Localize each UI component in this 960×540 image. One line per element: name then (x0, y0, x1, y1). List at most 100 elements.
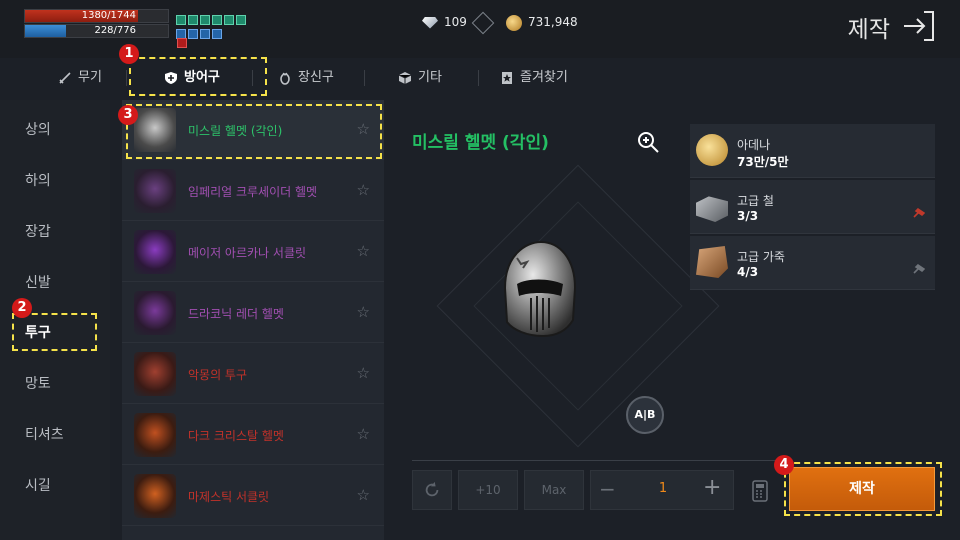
refresh-icon (425, 481, 439, 497)
tab-divider (126, 70, 127, 86)
category-bottom[interactable]: 하의 (25, 170, 51, 190)
item-name: 다크 크리스탈 헬멧 (188, 429, 284, 443)
max-button[interactable]: Max (524, 470, 584, 510)
hp-text: 1380/1744 (81, 10, 136, 21)
tab-label: 장신구 (298, 70, 334, 85)
item-name: 마제스틱 서클릿 (188, 490, 270, 504)
tab-accessory[interactable]: 장신구 (278, 66, 334, 90)
highlight-armor-tab (129, 57, 267, 96)
adena-amount: 731,948 (528, 15, 578, 29)
category-gloves[interactable]: 장갑 (25, 221, 51, 241)
item-list[interactable]: 미스릴 헬멧 (각인) ☆ 임페리얼 크루세이더 헬멧 ☆ 메이저 아르카나 서… (122, 100, 384, 540)
hp-bar: 1380/1744 (24, 9, 169, 23)
iron-ingot-icon (696, 196, 728, 222)
mp-text: 228/776 (94, 25, 136, 36)
step-badge: 1 (119, 44, 139, 64)
material-row[interactable]: 고급 철 3/3 (690, 180, 935, 234)
bookmark-star-icon (502, 72, 512, 84)
tab-divider (364, 70, 365, 86)
tab-other[interactable]: 기타 (398, 66, 442, 90)
buff-icons-row2[interactable] (176, 24, 256, 43)
ring-icon (280, 72, 290, 85)
favorite-star-icon[interactable]: ☆ (357, 242, 370, 260)
favorite-star-icon[interactable]: ☆ (357, 303, 370, 321)
plus-icon[interactable]: + (703, 476, 723, 500)
helmet-icon (503, 240, 577, 338)
tab-divider (478, 70, 479, 86)
add-gem-icon[interactable] (471, 11, 495, 34)
material-name: 고급 가죽 (737, 250, 785, 264)
item-name: 드라코닉 레더 헬멧 (188, 307, 284, 321)
buff-icon[interactable] (212, 29, 222, 39)
material-name: 고급 철 (737, 194, 774, 208)
favorite-star-icon[interactable]: ☆ (357, 486, 370, 504)
material-count: 4/3 (737, 265, 759, 279)
step-badge: 4 (774, 455, 794, 475)
box-icon (398, 72, 412, 84)
quantity-value[interactable]: 1 (651, 481, 675, 496)
item-thumbnail (134, 230, 176, 274)
list-item[interactable]: 다크 크리스탈 헬멧 ☆ (122, 405, 384, 465)
item-thumbnail (134, 291, 176, 335)
tab-favorites[interactable]: 즐겨찾기 (500, 66, 568, 90)
mp-bar-fill (25, 25, 67, 37)
adena-coin-icon (696, 134, 728, 166)
exit-icon[interactable] (902, 10, 936, 42)
category-tshirt[interactable]: 티셔츠 (25, 424, 64, 444)
material-name: 아데나 (737, 138, 771, 152)
material-count: 3/3 (737, 209, 759, 223)
list-item[interactable]: 드라코닉 레더 헬멧 ☆ (122, 283, 384, 343)
tab-label: 기타 (418, 70, 442, 85)
buff-icon[interactable] (188, 29, 198, 39)
gem-amount: 109 (444, 15, 467, 29)
compare-ab-button[interactable]: A|B (626, 396, 664, 434)
controls-divider (412, 460, 782, 461)
sword-icon (59, 72, 71, 84)
tab-label: 무기 (78, 70, 102, 85)
material-row[interactable]: 고급 가죽 4/3 (690, 236, 935, 290)
zoom-in-icon[interactable] (636, 130, 660, 154)
minus-icon[interactable]: − (599, 479, 619, 499)
tab-label: 즐겨찾기 (520, 70, 568, 85)
gem-icon (422, 16, 438, 29)
highlight-selected-item (126, 104, 382, 159)
step-badge: 3 (118, 105, 138, 125)
materials-panel: 아데나 73만/5만 고급 철 3/3 고급 가죽 4/3 (690, 124, 935, 290)
category-sigil[interactable]: 시길 (25, 475, 51, 495)
tab-weapon[interactable]: 무기 (58, 66, 102, 90)
favorite-star-icon[interactable]: ☆ (357, 181, 370, 199)
category-boots[interactable]: 신발 (25, 272, 51, 292)
item-thumbnail (134, 352, 176, 396)
buff-icon[interactable] (200, 29, 210, 39)
mp-bar: 228/776 (24, 24, 169, 38)
favorite-star-icon[interactable]: ☆ (357, 425, 370, 443)
item-name: 메이저 아르카나 서클릿 (188, 246, 307, 260)
favorite-star-icon[interactable]: ☆ (357, 364, 370, 382)
page-title: 제작 (847, 17, 890, 43)
item-thumbnail (134, 413, 176, 457)
hammer-icon[interactable] (913, 264, 925, 274)
category-top[interactable]: 상의 (25, 119, 51, 139)
debuff-icon[interactable] (177, 38, 187, 48)
category-cloak[interactable]: 망토 (25, 373, 51, 393)
highlight-helmet-category (12, 313, 97, 351)
list-item[interactable]: 메이저 아르카나 서클릿 ☆ (122, 222, 384, 282)
list-item[interactable]: 마제스틱 서클릿 ☆ (122, 466, 384, 526)
gem-currency: 109 (422, 11, 499, 34)
list-item[interactable]: 임페리얼 크루세이더 헬멧 ☆ (122, 161, 384, 221)
leather-icon (696, 246, 728, 278)
adena-coin-icon (506, 14, 522, 31)
reset-button[interactable] (412, 470, 452, 510)
hammer-icon[interactable] (913, 208, 925, 218)
item-thumbnail (134, 474, 176, 518)
material-row[interactable]: 아데나 73만/5만 (690, 124, 935, 178)
calculator-icon[interactable] (752, 480, 768, 502)
plus-ten-button[interactable]: +10 (458, 470, 518, 510)
quantity-stepper[interactable]: − 1 + (590, 470, 734, 510)
list-item[interactable]: 악몽의 투구 ☆ (122, 344, 384, 404)
item-name: 임페리얼 크루세이더 헬멧 (188, 185, 318, 199)
step-badge: 2 (12, 298, 32, 318)
item-name: 악몽의 투구 (188, 368, 248, 382)
material-count: 73만/5만 (737, 155, 789, 169)
highlight-craft-button (784, 462, 942, 516)
